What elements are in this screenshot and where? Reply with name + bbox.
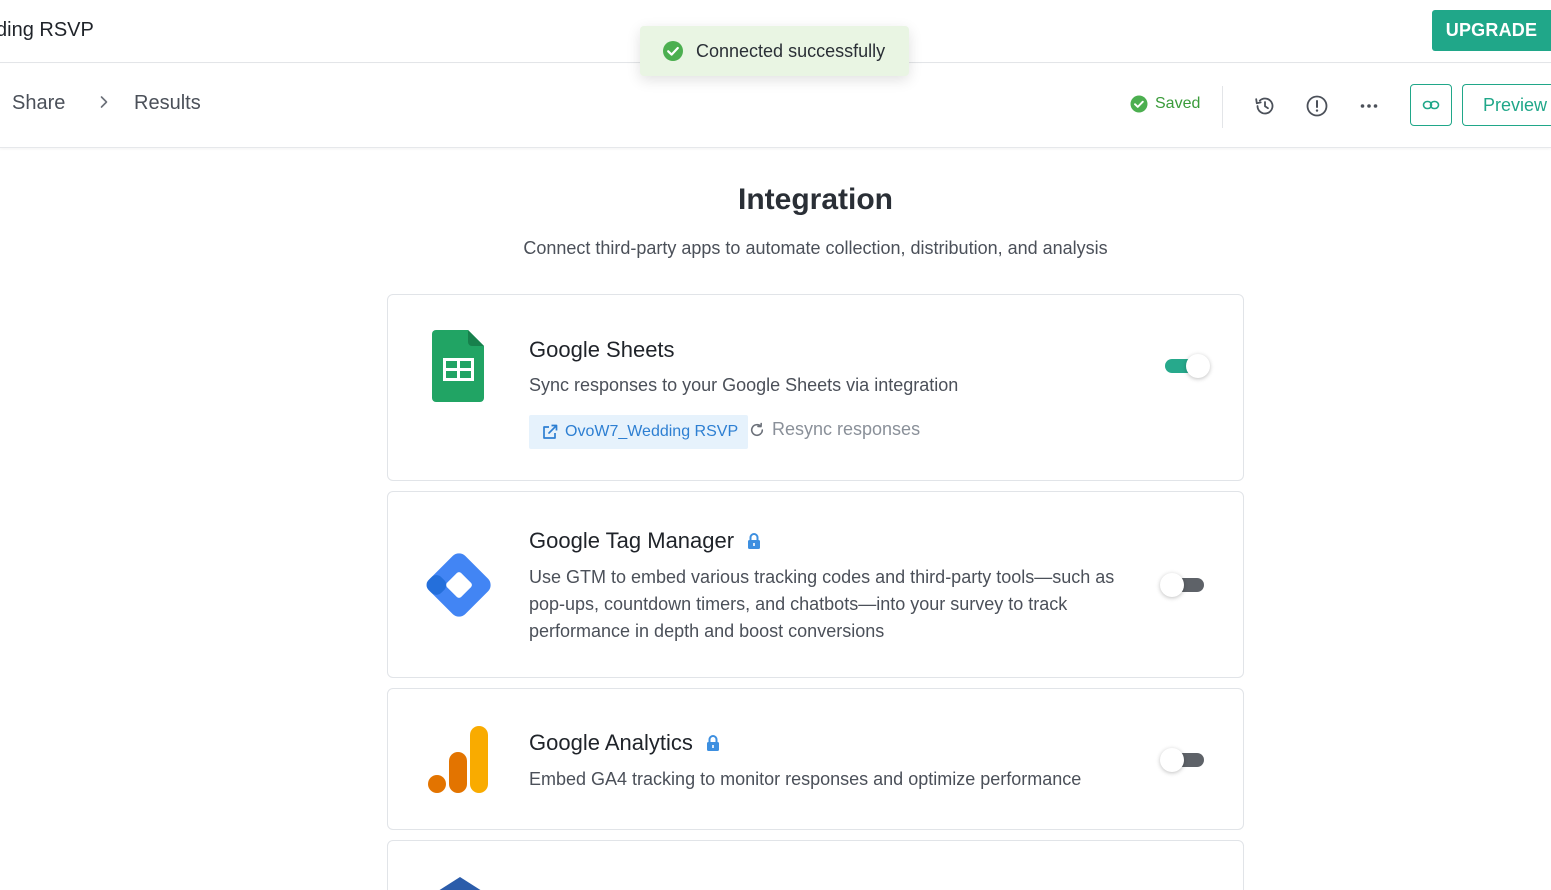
- lock-icon: [706, 735, 719, 751]
- toggle-knob: [1160, 748, 1184, 772]
- linked-sheet-name: OvoW7_Wedding RSVP: [565, 423, 739, 440]
- integration-description: Sync responses to your Google Sheets via…: [529, 375, 959, 395]
- copy-link-button[interactable]: [1410, 84, 1452, 126]
- check-circle-icon: [663, 41, 683, 61]
- google-analytics-icon: [428, 726, 488, 793]
- integration-title: Google Analytics: [529, 730, 721, 756]
- lock-icon: [748, 533, 761, 549]
- toggle-knob: [1186, 354, 1210, 378]
- integration-card-google-analytics: Google Analytics Embed GA4 tracking to m…: [387, 688, 1244, 830]
- page-subtitle: Connect third-party apps to automate col…: [523, 238, 1108, 258]
- external-link-icon: [543, 424, 558, 439]
- chevron-right-icon: [100, 96, 108, 108]
- saved-label: Saved: [1155, 95, 1201, 112]
- nav-bar: Share Results Saved Preview: [0, 64, 1551, 148]
- saved-status: Saved: [1130, 95, 1200, 113]
- toggle-knob: [1160, 573, 1184, 597]
- toolbar-divider: [1222, 86, 1223, 128]
- info-icon[interactable]: [1304, 93, 1330, 119]
- breadcrumb-share[interactable]: Share: [12, 92, 65, 115]
- resync-responses-button[interactable]: Resync responses: [749, 419, 920, 440]
- refresh-icon: [750, 422, 764, 436]
- toast-message: Connected successfully: [696, 40, 886, 61]
- upgrade-button[interactable]: UPGRADE: [1432, 10, 1551, 51]
- description-line: Use GTM to embed various tracking codes …: [529, 567, 1115, 587]
- linked-sheet-link[interactable]: OvoW7_Wedding RSVP: [529, 415, 749, 449]
- google-sheets-icon: [432, 330, 484, 402]
- more-icon[interactable]: [1356, 93, 1382, 119]
- description-line: pop-ups, countdown timers, and chatbots—…: [529, 594, 1068, 614]
- document-title[interactable]: ding RSVP: [0, 19, 94, 42]
- google-tag-manager-icon: [426, 553, 491, 617]
- integration-card-google-tag-manager: Google Tag Manager Use GTM to embed vari…: [387, 491, 1244, 678]
- preview-button[interactable]: Preview: [1462, 84, 1551, 126]
- link-icon: [1422, 100, 1440, 110]
- history-icon[interactable]: [1252, 93, 1278, 119]
- integration-title: Google Sheets: [529, 337, 675, 362]
- integration-title: Google Tag Manager: [529, 528, 762, 554]
- integration-description: Use GTM to embed various tracking codes …: [529, 564, 1114, 645]
- success-toast: Connected successfully: [640, 26, 909, 76]
- integration-card-partial: [387, 840, 1244, 890]
- google-sheets-toggle[interactable]: [1163, 353, 1210, 379]
- check-circle-icon: [1130, 95, 1148, 113]
- description-line: performance in depth and boost conversio…: [529, 621, 885, 641]
- breadcrumb-results[interactable]: Results: [134, 92, 201, 115]
- resync-label: Resync responses: [772, 419, 921, 439]
- integration-card-google-sheets: Google Sheets Sync responses to your Goo…: [387, 294, 1244, 481]
- integration-description: Embed GA4 tracking to monitor responses …: [529, 769, 1082, 789]
- page-title: Integration: [738, 183, 893, 216]
- integration-logo-icon: [439, 877, 481, 890]
- google-tag-manager-toggle[interactable]: [1160, 572, 1206, 598]
- google-analytics-toggle[interactable]: [1160, 747, 1206, 773]
